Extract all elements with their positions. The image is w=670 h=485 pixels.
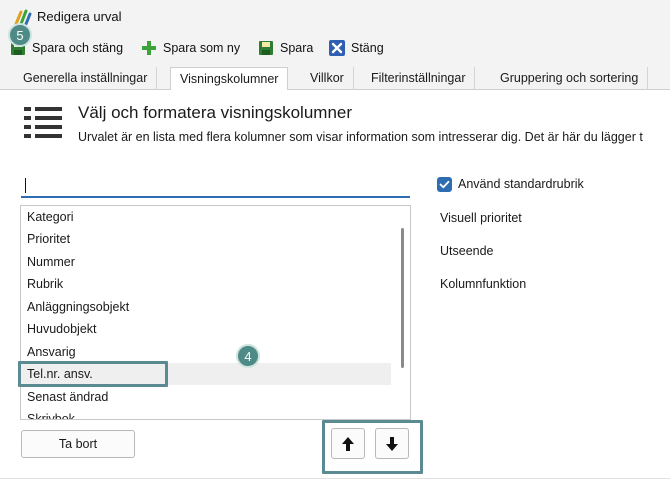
step-badge-4: 4 — [236, 344, 260, 368]
move-up-button[interactable] — [331, 428, 365, 459]
window-title: Redigera urval — [37, 9, 122, 24]
step-badge-5: 5 — [8, 23, 32, 47]
close-button[interactable]: Stäng — [329, 38, 384, 58]
tab-filter-settings[interactable]: Filterinställningar — [362, 67, 476, 90]
list-item[interactable]: Nummer — [21, 251, 391, 273]
list-item[interactable]: Kategori — [21, 206, 391, 228]
columns-list-icon — [24, 107, 62, 138]
page-description: Urvalet är en lista med flera kolumner s… — [78, 130, 643, 144]
tab-display-columns[interactable]: Visningskolumner — [170, 67, 289, 91]
save-button[interactable]: Spara — [258, 38, 313, 58]
save-as-new-button[interactable]: Spara som ny — [141, 38, 240, 58]
selected-item-highlight — [18, 361, 168, 387]
use-default-header-checkbox[interactable] — [437, 177, 452, 192]
tab-bar: Generella inställningar Visningskolumner… — [0, 64, 670, 91]
arrow-up-icon — [342, 436, 354, 451]
appearance-label: Utseende — [440, 244, 494, 258]
list-item[interactable]: Skrivbok — [21, 408, 391, 419]
checkmark-icon — [439, 180, 450, 189]
list-item[interactable]: Huvudobjekt — [21, 318, 391, 340]
list-item[interactable]: Anläggningsobjekt — [21, 296, 391, 318]
columns-listbox[interactable]: Kategori Prioritet Nummer Rubrik Anläggn… — [20, 205, 411, 420]
close-label: Stäng — [351, 41, 384, 55]
save-close-label: Spara och stäng — [32, 41, 124, 55]
arrow-down-icon — [386, 436, 398, 451]
column-function-label: Kolumnfunktion — [440, 277, 527, 291]
tab-grouping-sorting[interactable]: Gruppering och sortering — [491, 67, 649, 90]
list-scrollbar[interactable] — [401, 228, 404, 368]
remove-button[interactable]: Ta bort — [21, 430, 135, 458]
list-item[interactable]: Prioritet — [21, 228, 391, 250]
column-search-input[interactable] — [21, 174, 410, 198]
footer-divider — [0, 478, 670, 479]
visual-priority-label: Visuell prioritet — [440, 211, 522, 225]
plus-icon — [141, 40, 157, 56]
move-down-button[interactable] — [375, 428, 409, 459]
tab-general-settings[interactable]: Generella inställningar — [14, 67, 158, 90]
close-icon — [329, 40, 345, 56]
save-as-new-label: Spara som ny — [163, 41, 241, 55]
page-title: Välj och formatera visningskolumner — [78, 103, 353, 122]
title-bar: Redigera urval — [0, 0, 670, 32]
text-caret — [25, 178, 26, 193]
list-item[interactable]: Senast ändrad — [21, 386, 391, 408]
content-area: Välj och formatera visningskolumner Urva… — [0, 90, 670, 485]
list-item[interactable]: Rubrik — [21, 273, 391, 295]
toolbar: Spara och stäng Spara som ny Spara Stäng — [0, 32, 670, 64]
use-default-header-label[interactable]: Använd standardrubrik — [458, 177, 584, 191]
tab-conditions[interactable]: Villkor — [301, 67, 354, 90]
list-item[interactable]: Ansvarig — [21, 341, 391, 363]
save-icon — [258, 40, 274, 56]
save-label: Spara — [280, 41, 314, 55]
